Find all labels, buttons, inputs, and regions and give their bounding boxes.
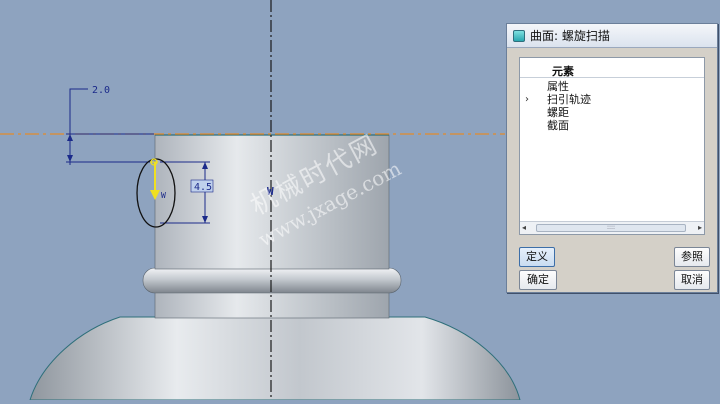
cancel-button[interactable]: 取消	[674, 270, 710, 290]
neck-ring	[142, 267, 402, 294]
define-button[interactable]: 定义	[519, 247, 555, 267]
dim-4-5-label[interactable]: 4.5	[194, 182, 212, 193]
dialog-icon	[513, 29, 525, 42]
neck-collar	[154, 289, 390, 319]
tree-header-label: 元素	[552, 65, 574, 78]
tree-header: 元素	[520, 63, 704, 78]
tree-item-attributes[interactable]: 属性	[520, 80, 704, 93]
ok-button[interactable]: 确定	[519, 270, 557, 290]
dialog-title: 曲面: 螺旋扫描	[530, 29, 610, 43]
tree-item-label: 截面	[547, 119, 569, 132]
tree-item-pitch[interactable]: 螺距	[520, 106, 704, 119]
expand-chevron-icon[interactable]: ›	[525, 93, 529, 106]
horizontal-scrollbar[interactable]: ◂ :::: ▸	[520, 221, 704, 234]
scroll-left-icon[interactable]: ◂	[522, 223, 526, 232]
dim-2-leader	[69, 88, 88, 165]
bottle-body	[29, 316, 521, 401]
axis-marker-label: W	[267, 185, 274, 198]
tree-item-sweep-trajectory[interactable]: › 扫引轨迹	[520, 93, 704, 106]
scroll-grip-icon: ::::	[606, 224, 616, 231]
bottle-neck	[154, 134, 390, 270]
helical-sweep-dialog: 曲面: 螺旋扫描 元素 属性 › 扫引轨迹 螺距 截面 ◂ :::: ▸ 定义 …	[506, 23, 718, 293]
dim-2-label[interactable]: 2.0	[92, 85, 110, 96]
tree-item-label: 属性	[547, 80, 569, 93]
element-tree[interactable]: 元素 属性 › 扫引轨迹 螺距 截面 ◂ :::: ▸	[519, 57, 705, 235]
reference-button[interactable]: 参照	[674, 247, 710, 267]
cursor-marker-label: W	[161, 191, 166, 200]
scroll-thumb[interactable]: ::::	[536, 224, 686, 232]
tree-item-label: 螺距	[547, 106, 569, 119]
tree-item-label: 扫引轨迹	[547, 93, 591, 106]
tree-item-section[interactable]: 截面	[520, 119, 704, 132]
scroll-right-icon[interactable]: ▸	[698, 223, 702, 232]
dialog-titlebar[interactable]: 曲面: 螺旋扫描	[507, 24, 717, 48]
